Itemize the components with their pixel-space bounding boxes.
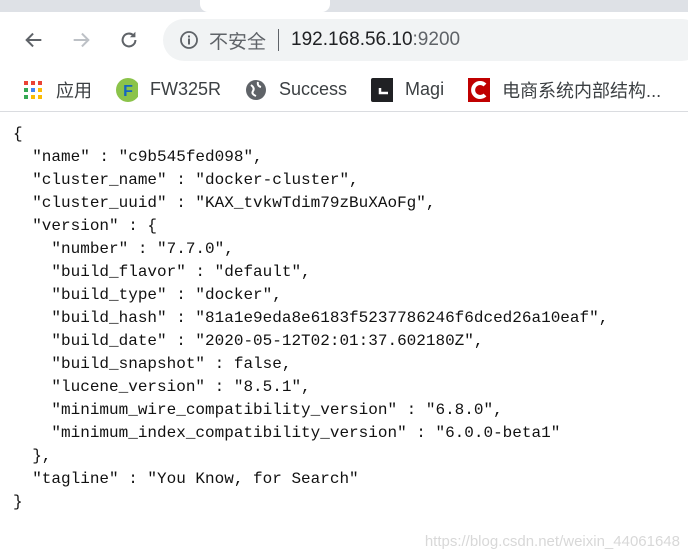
json-line: "build_type" : "docker", (13, 286, 282, 304)
active-tab[interactable] (200, 0, 330, 12)
bookmark-label: 应用 (56, 80, 92, 101)
reload-icon (121, 31, 137, 48)
json-line: "number" : "7.7.0", (13, 240, 234, 258)
bookmark-magi[interactable]: Magi (371, 77, 445, 102)
tab-strip (0, 0, 688, 12)
divider (278, 29, 280, 51)
forward-button[interactable] (67, 26, 95, 54)
arrow-right-icon (73, 32, 90, 48)
json-response: { "name" : "c9b545fed098", "cluster_name… (13, 123, 608, 514)
json-line: }, (13, 447, 52, 465)
url-host: 192.168.56.10 (291, 29, 413, 50)
watermark: https://blog.csdn.net/weixin_44061648 (424, 533, 680, 550)
bookmark-label: FW325R (150, 79, 222, 99)
toolbar: 不安全 192.168.56.10:9200 (0, 12, 688, 68)
bookmark-label: Magi (405, 79, 445, 99)
json-line: "build_snapshot" : false, (13, 355, 292, 373)
info-icon (180, 31, 198, 49)
json-line: "lucene_version" : "8.5.1", (13, 378, 311, 396)
magi-icon (371, 77, 394, 102)
reload-button[interactable] (115, 26, 143, 54)
security-label: 不安全 (209, 31, 267, 53)
json-line: "build_date" : "2020-05-12T02:01:37.6021… (13, 332, 484, 350)
globe-icon (245, 79, 267, 101)
arrow-left-icon (25, 32, 42, 48)
json-line: "version" : { (13, 217, 158, 235)
json-line: "cluster_uuid" : "KAX_tvkwTdim79zBuXAoFg… (13, 194, 436, 212)
csdn-icon (468, 77, 491, 102)
bookmark-label: 电商系统内部结构... (502, 80, 662, 101)
fw-logo-icon: F (116, 77, 138, 102)
bookmarks-bar: 应用 F FW325R Success Magi 电商系统内部结构... (0, 68, 688, 112)
json-line: } (13, 493, 23, 511)
bookmark-fw325r[interactable]: F FW325R (116, 77, 222, 102)
bookmark-apps[interactable]: 应用 (22, 77, 92, 103)
bookmark-label: Success (279, 79, 348, 99)
json-line: "tagline" : "You Know, for Search" (13, 470, 359, 488)
apps-grid-icon (22, 79, 44, 101)
address-bar[interactable]: 不安全 192.168.56.10:9200 (163, 19, 688, 61)
bookmark-success[interactable]: Success (245, 79, 347, 101)
json-line: "build_flavor" : "default", (13, 263, 311, 281)
json-line: "name" : "c9b545fed098", (13, 148, 263, 166)
bookmark-ecommerce[interactable]: 电商系统内部结构... (468, 77, 661, 103)
back-button[interactable] (20, 26, 48, 54)
json-line: "build_hash" : "81a1e9eda8e6183f52377862… (13, 309, 609, 327)
json-line: "minimum_wire_compatibility_version" : "… (13, 401, 503, 419)
svg-text:F: F (123, 83, 133, 100)
url-port: :9200 (412, 29, 461, 50)
json-line: "minimum_index_compatibility_version" : … (13, 424, 561, 442)
json-line: { (13, 125, 23, 143)
json-line: "cluster_name" : "docker-cluster", (13, 171, 359, 189)
